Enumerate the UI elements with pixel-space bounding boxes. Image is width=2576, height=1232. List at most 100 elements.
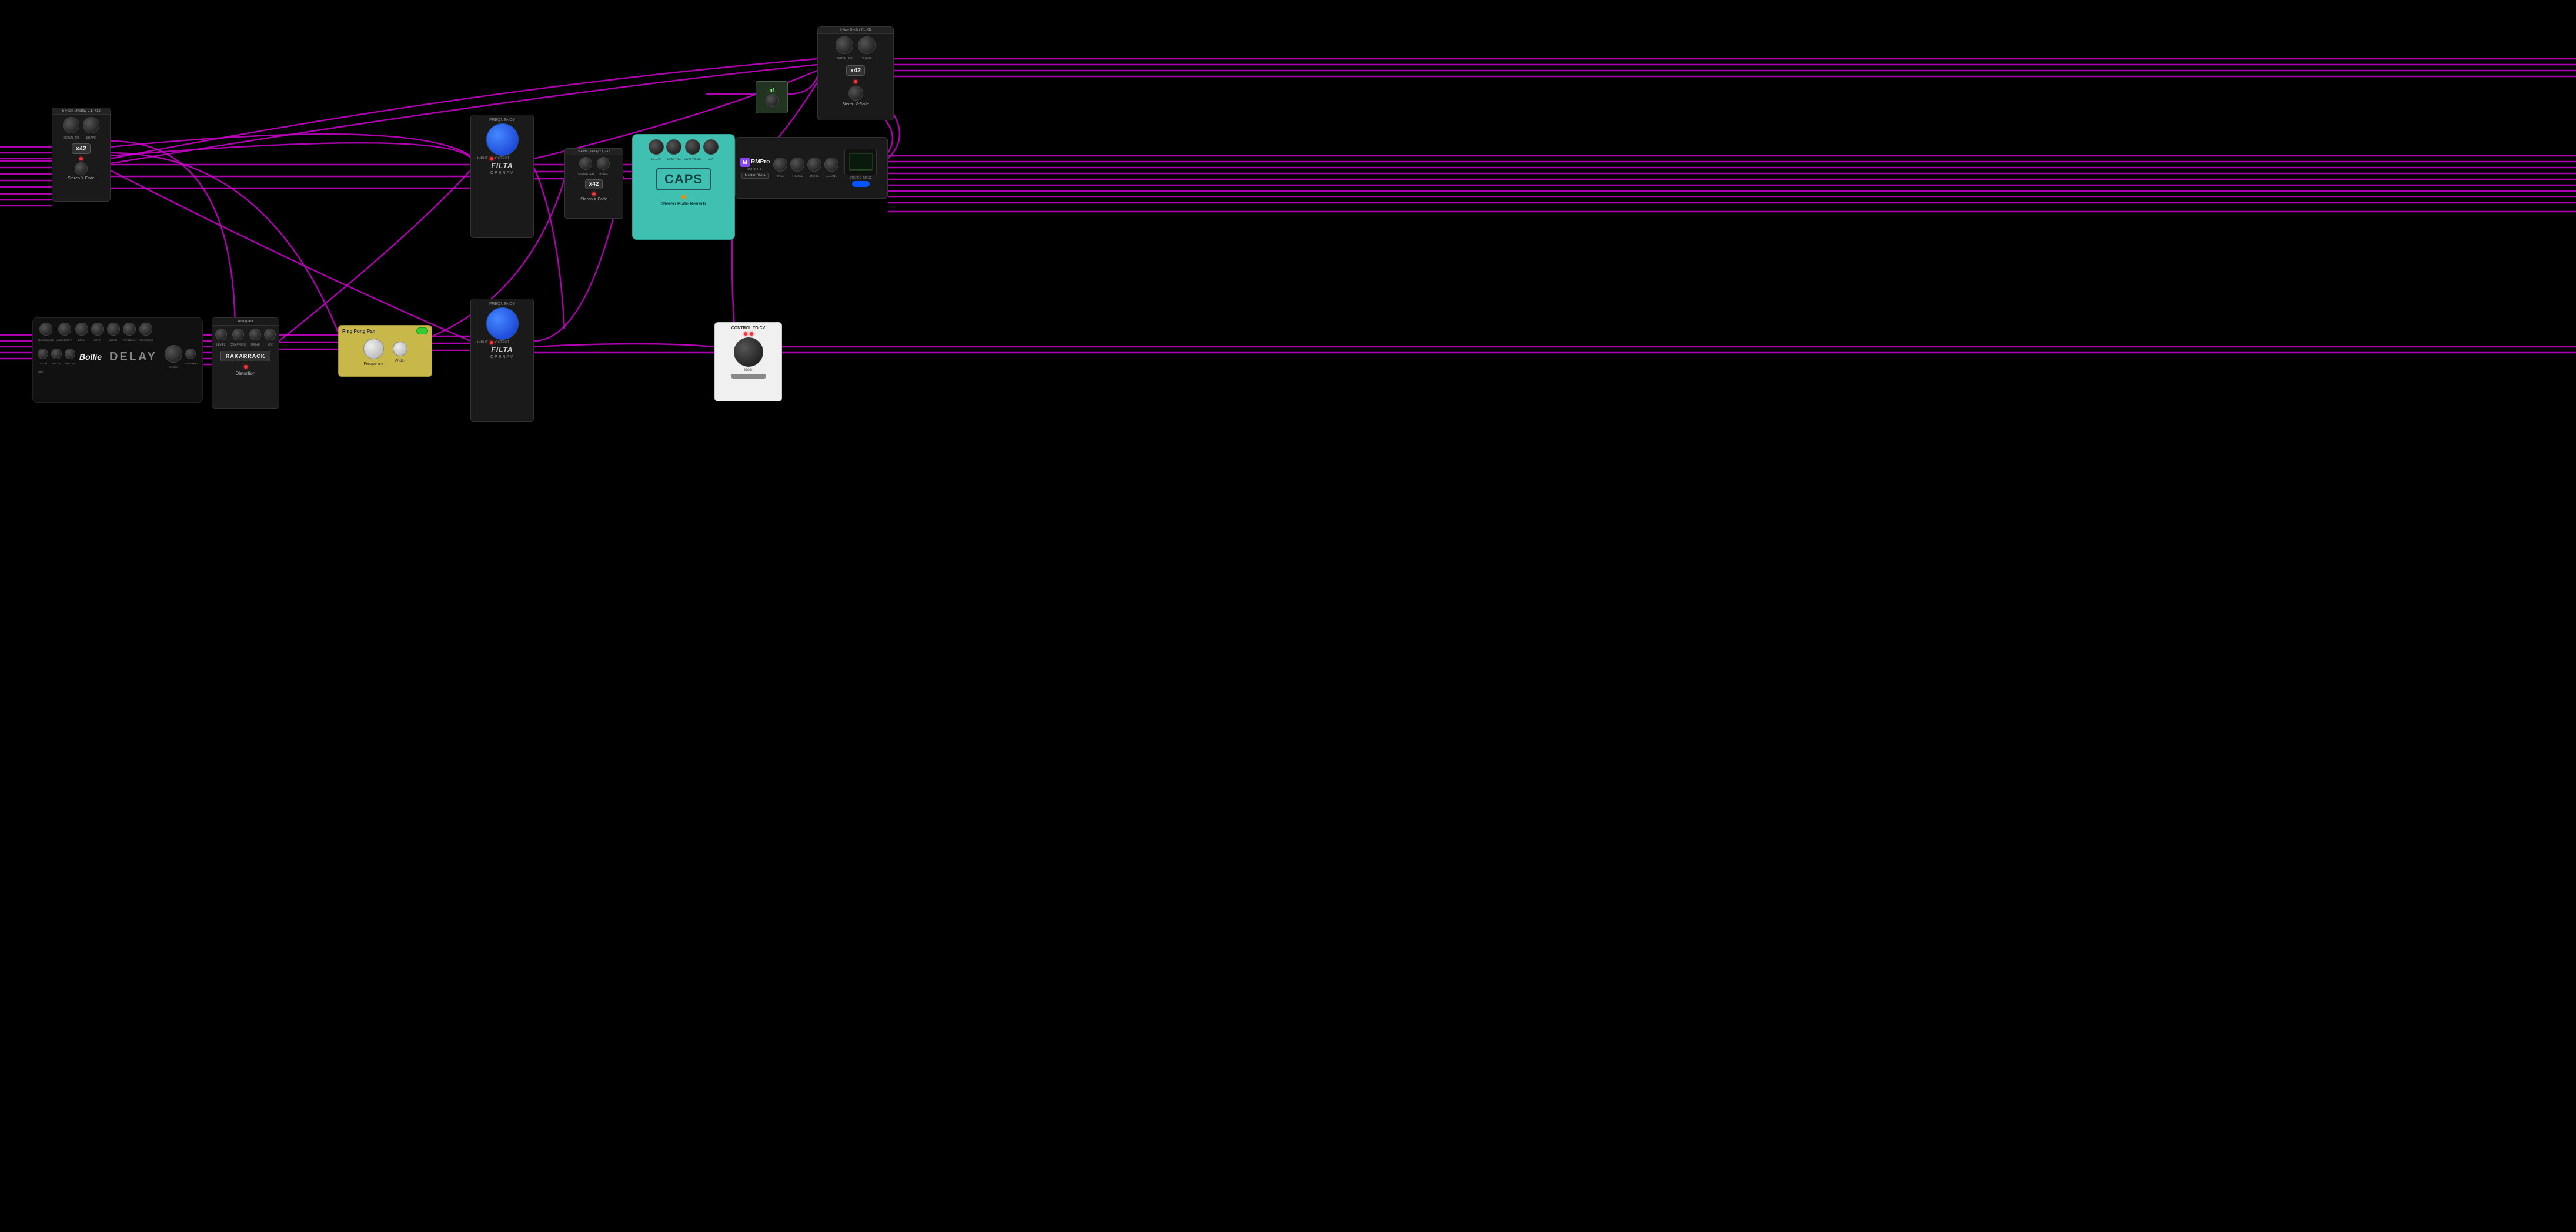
xfade-tr-pedal: S-Fade Overlay 2.1, +12 SIGNAL A/B SHAPE…: [817, 26, 894, 120]
xfade-tr-badge: x42: [846, 65, 865, 76]
cv-led-red2: [750, 332, 753, 336]
xfade-mid-knob2[interactable]: [597, 157, 610, 170]
ping-pong-pedal: Ping Pong Pan Frequency Width: [338, 325, 432, 377]
control-cv-brand: MOD: [744, 369, 753, 372]
cv-slider[interactable]: [731, 374, 766, 379]
xfade-tl-knob1-label: SIGNAL A/B: [63, 136, 79, 140]
pp-knob-freq[interactable]: [363, 339, 384, 359]
pp-freq-label: Frequency: [363, 362, 384, 366]
filta-top-subtitle: OPERAV: [490, 171, 514, 175]
xfade-tl-knob1[interactable]: [63, 117, 79, 133]
xfade-tl-led: [79, 157, 83, 160]
rk-knob-drive[interactable]: [249, 329, 261, 340]
xfade-tr-knob2[interactable]: [858, 36, 876, 54]
filta-bottom-led: [490, 341, 493, 344]
caps-reverb-label: Stereo Plate Reverb: [661, 201, 706, 206]
caps-reverb-pedal: DECAY DAMPING COMPRESS MIX CAPS Stereo P…: [632, 134, 735, 240]
xfade-mid-label: Stereo X-Fade: [580, 197, 607, 202]
delay-knob-hcfon[interactable]: [51, 349, 62, 359]
rmpro-pedal: M RMPro PROFILE Master Shine BASS TREBLE…: [735, 137, 888, 199]
nf-filter-pedal: nf: [756, 81, 788, 113]
filta-bottom-knob[interactable]: [486, 307, 519, 340]
delay-knob-tempo[interactable]: [39, 323, 52, 336]
xfade-mid-knob1[interactable]: [579, 157, 592, 170]
filta-top-knob[interactable]: [486, 123, 519, 156]
filta-top-logo: FILTA: [491, 162, 513, 170]
xfade-tl-label: Stereo X-Fade: [68, 176, 95, 180]
cv-knob[interactable]: [734, 337, 763, 367]
caps-knob-damping[interactable]: [666, 139, 681, 155]
xfade-tl-title: S-Fade Overlay 2.1, +12: [54, 109, 109, 113]
xfade-mid-pedal: S-Fade Overlay 2.1, +12 SIGNAL A/B SHAPE…: [564, 148, 623, 219]
filta-top-pedal: FREQUENCY → INPUT OUTPUT → FILTA OPERAV: [470, 115, 534, 238]
xfade-tr-led: [854, 80, 857, 83]
rmpro-knob-bass[interactable]: [773, 158, 787, 172]
delay-knob-dryl[interactable]: [75, 323, 88, 336]
delay-knob-dryr[interactable]: [91, 323, 104, 336]
caps-knob-mix[interactable]: [703, 139, 719, 155]
xfade-mid-k1-label: SIGNAL A/B: [578, 173, 594, 176]
xfade-mid-title: S-Fade Overlay 2.1, +12: [566, 150, 622, 153]
delay-knob-lcfon[interactable]: [38, 349, 48, 359]
xfade-mid-badge: x42: [585, 179, 603, 189]
filta-bottom-pedal: FREQUENCY → INPUT OUTPUT → FILTA OPERAV: [470, 299, 534, 422]
rk-knob-level[interactable]: [215, 329, 227, 340]
rakarrack-pedal: Armagaur LEVEL COMPRESS DRIVE MIX RAKARR…: [212, 317, 279, 409]
delay-label: DELAY: [109, 350, 157, 364]
rmpro-knob-treble[interactable]: [790, 158, 804, 172]
control-cv-label: CONTROL TO CV: [731, 326, 766, 330]
rk-knob-mix[interactable]: [264, 329, 276, 340]
delay-knob-revdir[interactable]: [65, 349, 75, 359]
ping-pong-toggle[interactable]: [416, 327, 428, 334]
caps-led: [682, 195, 686, 199]
rmpro-stereo-label: STEREO IMAGE: [850, 176, 872, 180]
xfade-tr-title: S-Fade Overlay 2.1, +12: [819, 28, 892, 32]
filta-bottom-logo: FILTA: [491, 346, 513, 354]
rmpro-profile-label: PROFILE: [747, 168, 763, 172]
xfade-tr-label: Stereo X-Fade: [842, 102, 869, 106]
bollie-brand-label: Bollie: [79, 352, 102, 361]
xfade-tr-k1-label: SIGNAL A/B: [836, 57, 853, 61]
filta-bottom-subtitle: OPERAV: [490, 355, 514, 359]
rmpro-knob-drive[interactable]: [807, 158, 821, 172]
delay-knob-crtempo[interactable]: [185, 349, 196, 359]
xfade-tr-knob3[interactable]: [848, 86, 863, 101]
xfade-tl-badge: x42: [72, 143, 91, 154]
pp-width-label: Width: [393, 359, 407, 363]
delay-knob-bypass[interactable]: [165, 345, 182, 363]
rakarrack-label: Distortion: [236, 371, 256, 376]
xfade-tl-knob3[interactable]: [75, 162, 88, 175]
xfade-tl-knob2-label: SHAPE: [83, 136, 99, 140]
delay-knob-blend[interactable]: [107, 323, 120, 336]
caps-knob-compress[interactable]: [685, 139, 700, 155]
xfade-pedal-tl: S-Fade Overlay 2.1, +12 SIGNAL A/B SHAPE…: [52, 108, 111, 202]
rakarrack-led: [244, 365, 248, 369]
rakarrack-title-label: Armagaur: [214, 320, 277, 323]
pp-knob-width[interactable]: [393, 342, 407, 356]
rmpro-title: RMPro: [751, 159, 770, 165]
xfade-tr-k2-label: SHAPE: [858, 57, 876, 61]
cv-led-red: [744, 332, 747, 336]
delay-knob-usertempo[interactable]: [58, 323, 71, 336]
rmpro-profile-value[interactable]: Master Shine: [741, 173, 768, 179]
rmpro-toggle[interactable]: [852, 181, 870, 187]
rakarrack-badge: RAKARRACK: [220, 351, 271, 361]
filta-bottom-freq-label: FREQUENCY: [489, 302, 515, 306]
caps-brand-label: CAPS: [664, 172, 703, 187]
filta-top-led: [490, 157, 493, 160]
rmpro-knob-ceiling[interactable]: [824, 158, 838, 172]
caps-knob-decay[interactable]: [649, 139, 664, 155]
xfade-mid-k2-label: SHAPE: [597, 173, 610, 176]
ping-pong-title: Ping Pong Pan: [342, 329, 375, 334]
filta-top-freq-label: FREQUENCY: [489, 118, 515, 122]
xfade-tr-knob1[interactable]: [836, 36, 853, 54]
bollie-delay-pedal: TEMPO/MODE USER TEMPO DRY L DRY R BLEND: [32, 317, 203, 403]
delay-knob-crossfeed[interactable]: [139, 323, 152, 336]
xfade-tl-knob2[interactable]: [83, 117, 99, 133]
delay-knob-feedback[interactable]: [123, 323, 136, 336]
nf-label: nf: [770, 88, 774, 93]
rk-knob-compress[interactable]: [232, 329, 244, 340]
control-cv-pedal: CONTROL TO CV MOD: [714, 322, 782, 401]
nf-knob[interactable]: [766, 94, 779, 107]
xfade-mid-led: [592, 192, 596, 196]
